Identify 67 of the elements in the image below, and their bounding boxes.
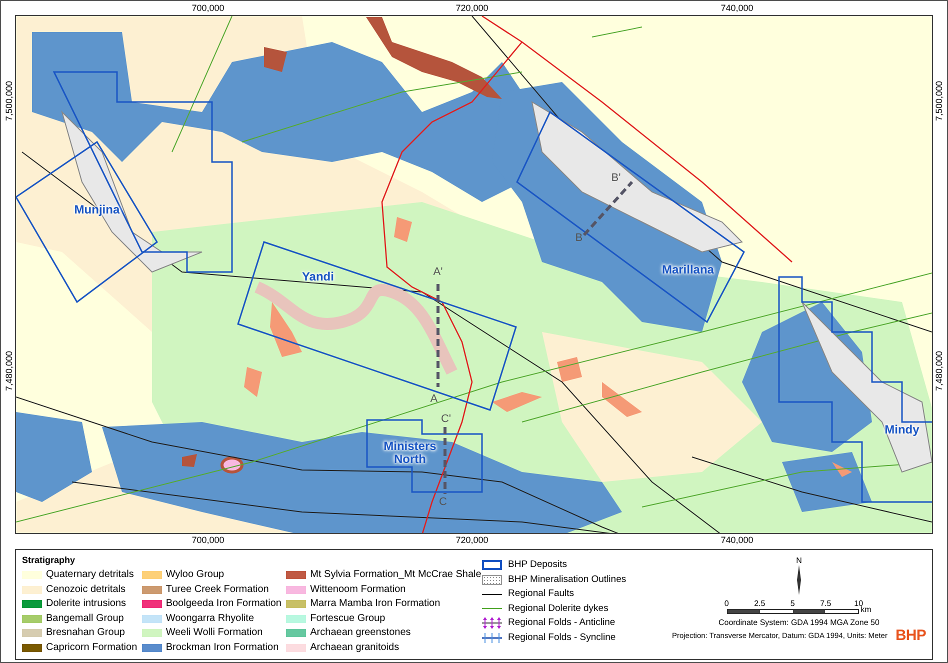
legend-label: Weeli Wolli Formation [166,627,263,640]
dyke-line [591,26,642,37]
deposit-label: Marillana [660,263,715,276]
legend-label: Regional Folds - Syncline [508,632,616,644]
coordinate-system-text: Coordinate System: GDA 1994 MGA Zone 50 [718,618,880,628]
legend-label: Archaean granitoids [310,642,400,654]
north-arrow-icon [796,565,802,595]
scale-unit: km [860,605,872,614]
scale-tick-label: 5 [790,599,795,609]
easting-label: 740,000 [720,534,754,546]
legend-label: Woongarra Rhyolite [166,612,254,625]
shale-area [182,454,197,466]
deposit-label: Mindy [884,423,920,436]
legend-label: Wyloo Group [166,569,224,582]
legend-label: Regional Faults [508,588,574,600]
legend-label: Dolerite intrusions [46,598,126,610]
deposit-label: Munjina [73,203,121,216]
legend-label: BHP Deposits [508,559,567,572]
section-label: A [430,392,438,404]
legend-label: BHP Mineralisation Outlines [508,574,626,586]
company-logo: BHP [895,628,926,644]
legend-label: Cenozoic detritals [46,584,126,596]
section-label: B' [611,172,621,184]
legend-label: Archaean greenstones [310,627,411,640]
easting-label: 720,000 [456,534,488,546]
legend-label: Boolgeeda Iron Formation [166,598,282,610]
legend-label: Quaternary detritals [46,569,134,582]
section-label: A' [433,266,443,278]
northing-label: 7,500,000 [3,80,15,121]
deposit-label: Ministers North [382,440,438,466]
legend-label: Mt Sylvia Formation_Mt McCrae Shale [310,569,482,582]
deposit-label: Yandi [300,270,335,283]
outcrop-area [270,302,302,356]
outcrop-area [602,382,642,416]
northing-label: 7,480,000 [933,350,946,391]
scale-tick-label: 2.5 [754,599,766,609]
shale-area [264,46,287,72]
legend-label: Bresnahan Group [46,627,125,640]
outcrop-area [556,356,582,382]
outcrop-area [244,366,262,396]
easting-label: 740,000 [720,2,754,14]
outcrop-area [394,216,412,242]
easting-label: 720,000 [456,2,488,14]
section-label: C' [440,412,451,424]
legend-label: Marra Mamba Iron Formation [310,598,440,610]
scale-tick-label: 7.5 [820,599,832,609]
section-label: C [439,496,447,508]
section-label: B [575,232,583,244]
section-line [443,426,446,494]
scale-tick-label: 10 [854,599,864,608]
legend-label: Bangemall Group [46,612,124,625]
legend-label: Brockman Iron Formation [166,642,279,654]
legend-label: Capricorn Formation [46,642,138,654]
northing-label: 7,480,000 [3,350,15,391]
legend-label: Turee Creek Formation [166,584,269,596]
legend-label: Wittenoom Formation [310,584,406,596]
north-label: N [796,556,802,565]
outcrop-area [492,392,542,412]
scale-tick-label: 0 [724,599,729,609]
northing-label: 7,500,000 [933,80,946,121]
legend-label: Regional Dolerite dykes [508,602,608,615]
easting-label: 700,000 [192,534,224,546]
legend-label: Fortescue Group [310,612,386,625]
easting-label: 700,000 [192,2,224,14]
legend-label: Regional Folds - Anticline [508,617,616,630]
legend-title: Stratigraphy [22,554,76,566]
section-line [582,180,634,236]
